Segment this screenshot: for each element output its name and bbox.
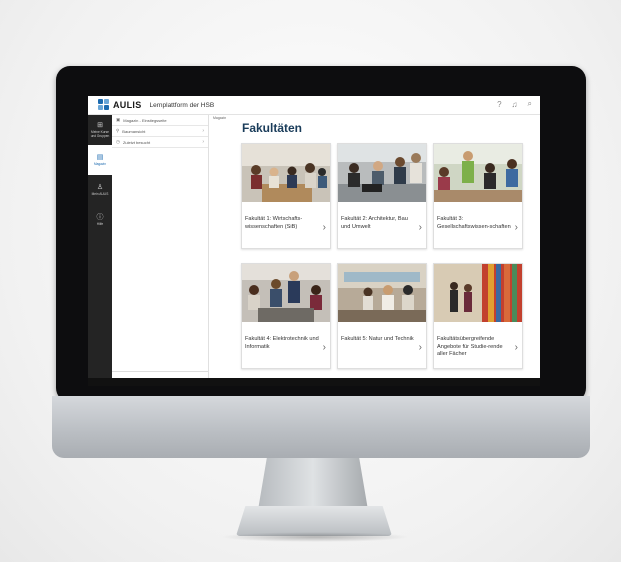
tree-icon: ⚲ — [116, 128, 120, 133]
faculty-card-label: Fakultät 4: Elektrotechnik und Informati… — [245, 336, 319, 350]
chevron-right-icon: › — [418, 222, 422, 233]
rail-item-courses[interactable]: ⊞ Meine Kurse und Gruppen — [88, 115, 112, 145]
sidebar-item-tree-view[interactable]: ⚲ Baumansicht › — [112, 126, 208, 137]
screen-bottom-strip — [88, 378, 540, 386]
chevron-right-icon: › — [514, 222, 518, 233]
faculty-photo — [434, 144, 522, 202]
rail-item-label: Meine Kurse und Gruppen — [90, 130, 110, 138]
search-icon[interactable]: ⌕ — [528, 99, 532, 109]
grid-icon: ⊞ — [97, 122, 103, 129]
app-title: Lernplattform der HSB — [149, 101, 215, 109]
breadcrumb[interactable]: Magazin — [213, 116, 226, 120]
faculty-card-3[interactable]: Fakultät 3: Gesellschaftswissen-schaften… — [433, 143, 523, 249]
faculty-card-label: Fakultät 1: Wirtschafts-wissenschaften (… — [245, 216, 303, 230]
faculty-photo — [242, 144, 330, 202]
background: AULIS Lernplattform der HSB ? ♫ ⌕ ⊞ Mein… — [0, 0, 621, 562]
logo-icon — [98, 99, 110, 111]
help-icon[interactable]: ? — [497, 100, 501, 109]
person-icon: ♙ — [96, 184, 104, 191]
faculty-card-label: Fakultät 2: Architektur, Bau und Umwelt — [341, 216, 408, 230]
logo-text: AULIS — [113, 100, 142, 110]
base-shadow — [220, 532, 410, 542]
rail-item-magazine[interactable]: ▤ Magazin — [88, 145, 112, 175]
chevron-right-icon: › — [514, 342, 518, 353]
chevron-right-icon: › — [202, 128, 204, 134]
chevron-right-icon: › — [322, 222, 326, 233]
rail-item-help[interactable]: ⓘ Hilfe — [88, 205, 112, 235]
chevron-right-icon: › — [202, 139, 204, 145]
sidebar-item-label: Magazin - Einstiegsseite — [123, 117, 167, 123]
faculty-card-4[interactable]: Fakultät 4: Elektrotechnik und Informati… — [241, 263, 331, 369]
sidebar: ▣ Magazin - Einstiegsseite ⚲ Baumansicht… — [112, 115, 209, 378]
top-bar: AULIS Lernplattform der HSB ? ♫ ⌕ — [88, 96, 540, 115]
chevron-right-icon: › — [418, 342, 422, 353]
faculty-card-label: Fakultätsübergreifende Angebote für Stud… — [437, 336, 503, 357]
monitor-stand — [258, 458, 368, 510]
faculty-card-label: Fakultät 3: Gesellschaftswissen-schaften — [437, 216, 511, 230]
main-content: Magazin Fakultäten Fakultät 1: Wirtschaf… — [209, 115, 540, 378]
faculty-card-2[interactable]: Fakultät 2: Architektur, Bau und Umwelt … — [337, 143, 427, 249]
sidebar-item-recent[interactable]: ◷ Zuletzt besucht › — [112, 137, 208, 148]
faculty-card-label: Fakultät 5: Natur und Technik — [341, 336, 414, 342]
chevron-right-icon: › — [322, 342, 326, 353]
rail-item-my-aulis[interactable]: ♙ Mein AULIS — [88, 175, 112, 205]
help-icon: ⓘ — [96, 214, 104, 221]
home-icon: ▣ — [116, 117, 121, 122]
faculty-photo — [338, 144, 426, 202]
bell-icon[interactable]: ♫ — [512, 100, 518, 109]
rail-item-label: Mein AULIS — [91, 192, 109, 196]
sidebar-item-label: Zuletzt besucht — [122, 139, 151, 145]
sidebar-item-magazine-home[interactable]: ▣ Magazin - Einstiegsseite — [112, 115, 208, 126]
sidebar-item-label: Baumansicht — [122, 128, 146, 134]
rail-item-label: Magazin — [93, 162, 107, 166]
top-icons: ? ♫ ⌕ — [497, 99, 532, 109]
main-navigation-rail: ⊞ Meine Kurse und Gruppen ▤ Magazin ♙ Me… — [88, 115, 112, 378]
faculty-card-1[interactable]: Fakultät 1: Wirtschafts-wissenschaften (… — [241, 143, 331, 249]
faculty-photo — [338, 264, 426, 322]
sidebar-footer — [112, 371, 208, 378]
magazine-icon: ▤ — [96, 154, 104, 161]
page-title: Fakultäten — [242, 121, 303, 135]
rail-item-label: Hilfe — [96, 222, 104, 226]
faculty-card-6[interactable]: Fakultätsübergreifende Angebote für Stud… — [433, 263, 523, 369]
logo[interactable]: AULIS — [98, 99, 142, 111]
faculty-photo — [434, 264, 522, 322]
clock-icon: ◷ — [116, 139, 120, 144]
faculty-card-5[interactable]: Fakultät 5: Natur und Technik › — [337, 263, 427, 369]
faculty-photo — [242, 264, 330, 322]
screen: AULIS Lernplattform der HSB ? ♫ ⌕ ⊞ Mein… — [88, 96, 540, 378]
monitor-chin — [52, 396, 590, 458]
